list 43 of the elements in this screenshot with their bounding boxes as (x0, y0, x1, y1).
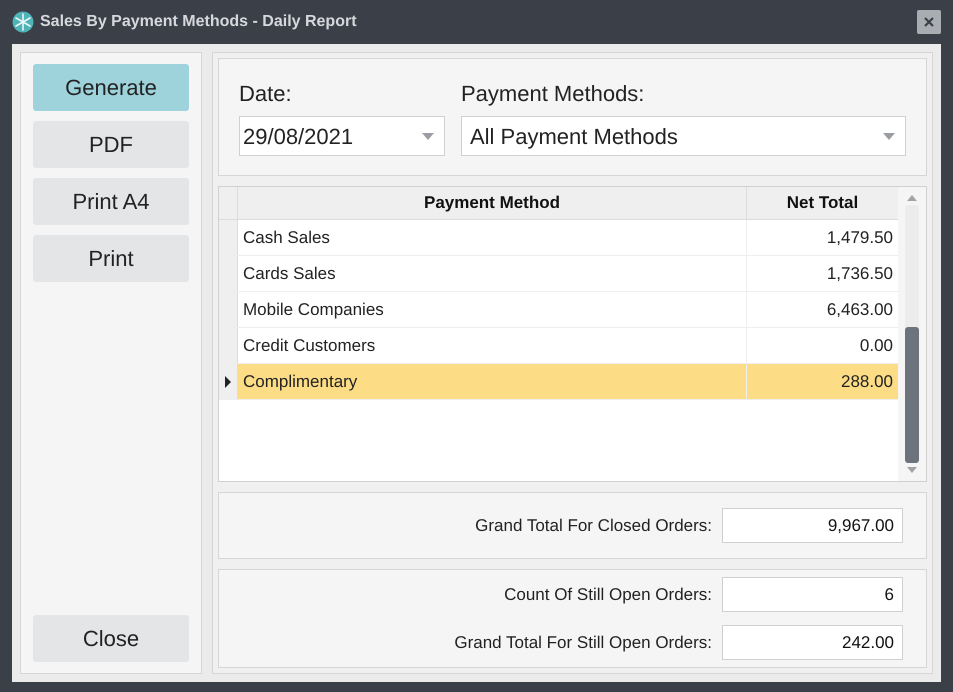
scroll-up-icon (907, 195, 917, 201)
scrollbar[interactable] (898, 187, 926, 481)
table-row[interactable]: Cash Sales 1,479.50 (219, 220, 898, 256)
table-cell: Complimentary (238, 364, 747, 399)
total-field[interactable]: 242.00 (722, 625, 903, 660)
table-cell-text: 6,463.00 (826, 298, 894, 321)
table-row[interactable]: Cards Sales 1,736.50 (219, 256, 898, 292)
snowflake-logo-icon (12, 11, 34, 33)
payment-methods-dropdown[interactable]: All Payment Methods (461, 116, 906, 156)
dropdown-caret-icon (883, 132, 895, 140)
side-button[interactable]: Print A4 (33, 178, 189, 225)
side-button[interactable]: Print (33, 235, 189, 282)
side-button[interactable]: Generate (33, 64, 189, 111)
table-row[interactable]: Complimentary 288.00 (219, 364, 898, 400)
close-button[interactable]: Close (33, 615, 189, 662)
total-label: Grand Total For Closed Orders: (475, 514, 712, 537)
table-cell: Cards Sales (238, 256, 747, 291)
close-icon (924, 17, 934, 27)
table-cell: Cash Sales (238, 220, 747, 255)
total-field[interactable]: 6 (722, 577, 903, 612)
scroll-thumb[interactable] (905, 327, 919, 463)
table-row[interactable]: Credit Customers 0.00 (219, 328, 898, 364)
total-label: Count Of Still Open Orders: (504, 584, 712, 606)
close-window-button[interactable] (917, 10, 941, 34)
column-header[interactable]: Payment Method (238, 187, 747, 219)
date-label: Date: (239, 80, 293, 108)
dropdown-caret-icon (422, 132, 434, 140)
table-cell-text: 288.00 (840, 370, 894, 393)
date-picker[interactable]: 29/08/2021 (239, 116, 445, 156)
current-row-icon (225, 376, 231, 388)
scroll-down-icon (907, 467, 917, 473)
column-header[interactable]: Net Total (747, 187, 898, 219)
total-label: Grand Total For Still Open Orders: (454, 632, 712, 654)
payment-methods-label: Payment Methods: (461, 80, 646, 108)
table-cell-text: 1,736.50 (826, 262, 894, 285)
side-button[interactable]: PDF (33, 121, 189, 168)
total-field[interactable]: 9,967.00 (722, 508, 903, 543)
table-cell: Credit Customers (238, 328, 747, 363)
window-title: Sales By Payment Methods - Daily Report (40, 12, 357, 32)
table-cell-text: 0.00 (858, 334, 894, 357)
table-cell-text: 1,479.50 (826, 226, 894, 249)
table-cell: Mobile Companies (238, 292, 747, 327)
table-row[interactable]: Mobile Companies 6,463.00 (219, 292, 898, 328)
